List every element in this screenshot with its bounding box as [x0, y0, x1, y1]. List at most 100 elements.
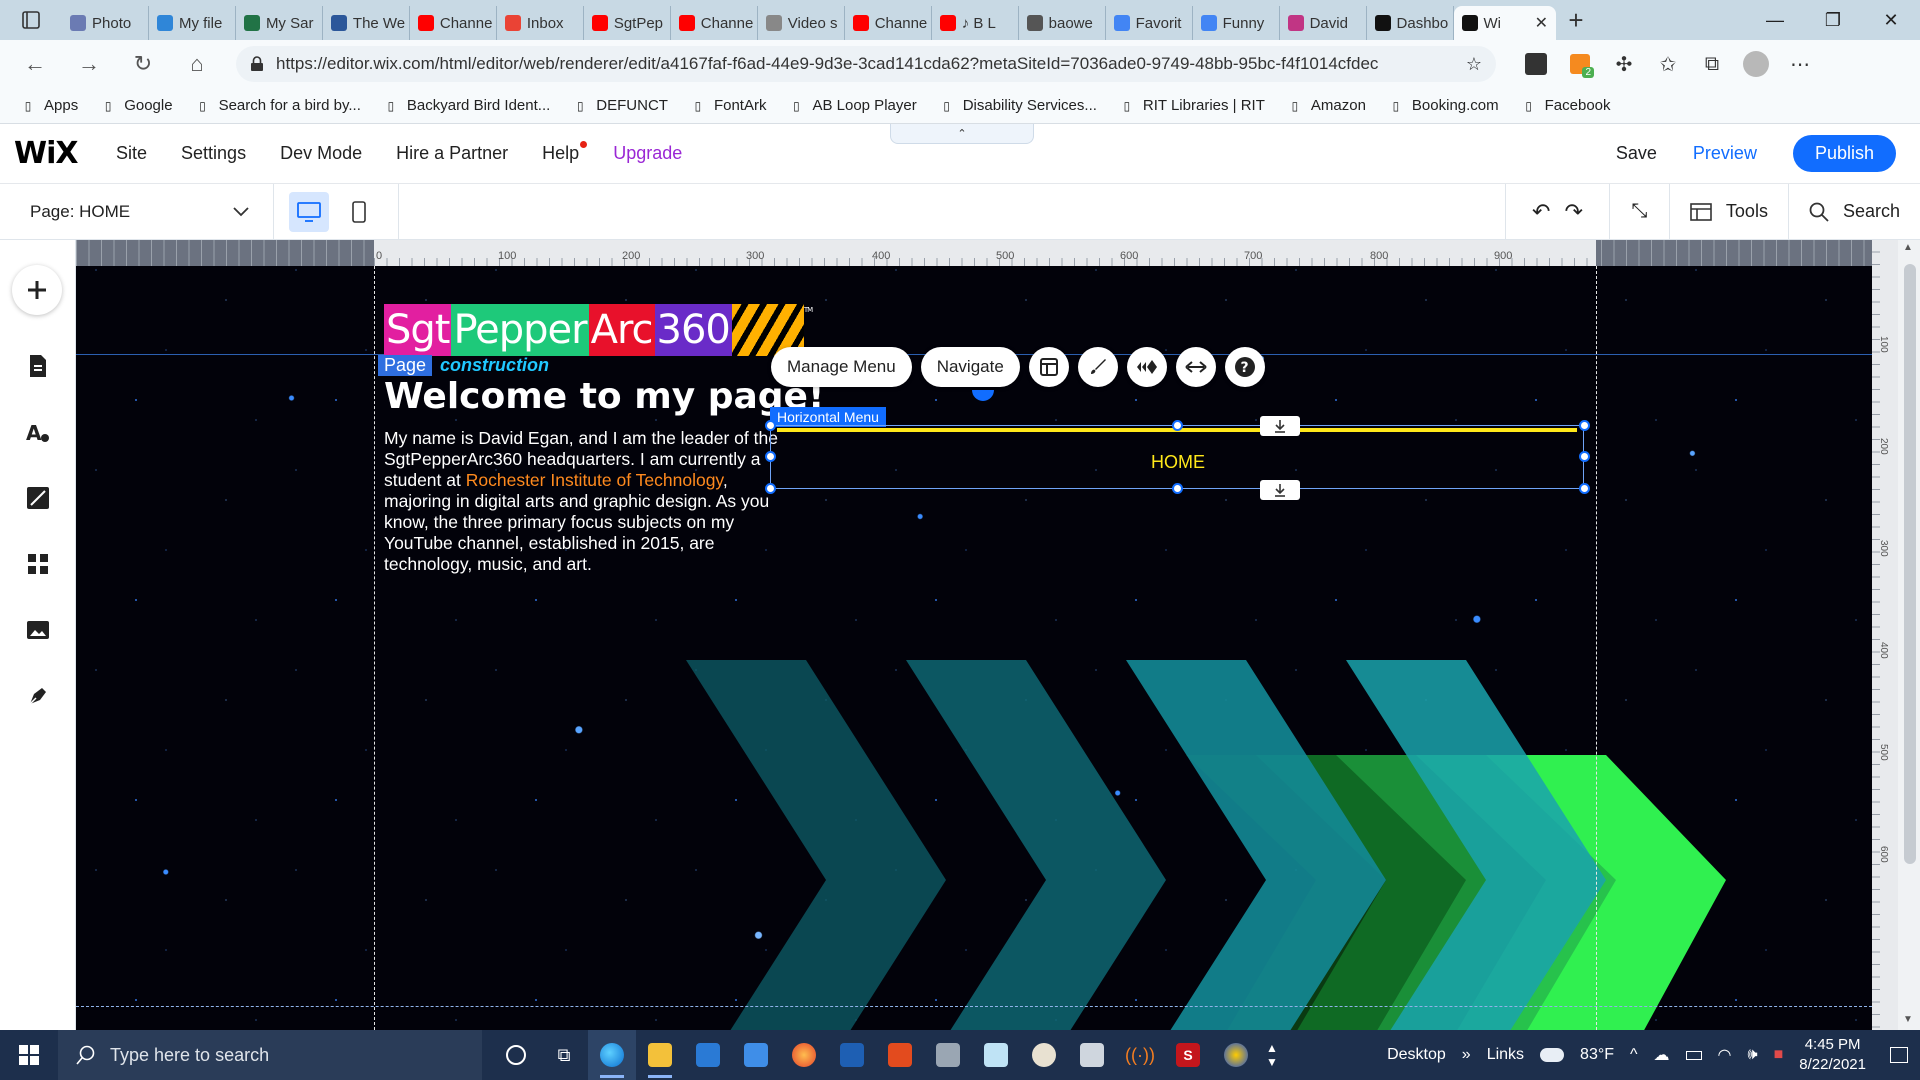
start-button[interactable] — [0, 1030, 58, 1080]
tray-expand-icon[interactable]: ^ — [1630, 1046, 1638, 1064]
forward-button[interactable]: → — [62, 44, 116, 84]
back-button[interactable]: ← — [8, 44, 62, 84]
extension-badge-button[interactable]: 2 — [1558, 44, 1602, 84]
url-text[interactable]: https://editor.wix.com/html/editor/web/r… — [276, 54, 1454, 74]
bookmark-item[interactable]: ▯ Amazon — [1287, 97, 1366, 114]
browser-tab[interactable]: Channe — [671, 6, 758, 40]
task-view-button[interactable]: ⧉ — [540, 1030, 588, 1080]
resize-handle[interactable] — [765, 420, 776, 431]
browser-tab[interactable]: The We — [323, 6, 410, 40]
browser-tab[interactable]: Favorit — [1106, 6, 1193, 40]
taskbar-app-office[interactable] — [876, 1030, 924, 1080]
menu-item-home[interactable]: HOME — [771, 452, 1585, 473]
browser-tab[interactable]: Channe — [410, 6, 497, 40]
browser-tab[interactable]: Video s — [758, 6, 845, 40]
anchor-download-button[interactable] — [1260, 480, 1300, 500]
design-brush-button[interactable] — [1077, 347, 1118, 387]
gift-icon[interactable]: ■ — [1774, 1046, 1784, 1064]
browser-tab[interactable]: SgtPep — [584, 6, 671, 40]
design-button[interactable]: A — [18, 412, 58, 452]
background-button[interactable] — [18, 478, 58, 518]
wifi-icon[interactable]: ◠ — [1718, 1045, 1732, 1065]
bookmark-item[interactable]: ▯ Backyard Bird Ident... — [383, 97, 551, 114]
rit-link[interactable]: Rochester Institute of Technology — [466, 470, 723, 490]
resize-handle[interactable] — [1579, 483, 1590, 494]
blog-button[interactable] — [18, 676, 58, 716]
vertical-ruler[interactable]: 100 200 300 400 500 600 — [1872, 240, 1898, 1030]
volume-icon[interactable]: 🕪 — [1748, 1046, 1758, 1064]
stretch-button[interactable] — [1175, 347, 1216, 387]
weather-temp[interactable]: 83°F — [1580, 1046, 1614, 1064]
animation-button[interactable] — [1126, 347, 1167, 387]
taskbar-app-firefox[interactable] — [780, 1030, 828, 1080]
battery-icon[interactable] — [1685, 1050, 1702, 1060]
browser-tab[interactable]: baowe — [1019, 6, 1106, 40]
taskbar-app-audio[interactable]: ((·)) — [1116, 1030, 1164, 1080]
resize-handle[interactable] — [1172, 420, 1183, 431]
taskbar-app-red[interactable]: S — [1164, 1030, 1212, 1080]
bookmark-item[interactable]: ▯ FontArk — [690, 97, 767, 114]
collapse-toolbar-tab[interactable]: ⌃ — [890, 124, 1034, 144]
taskbar-app-1[interactable] — [924, 1030, 972, 1080]
layout-button[interactable] — [1028, 347, 1069, 387]
tools-button[interactable]: Tools — [1668, 183, 1788, 240]
browser-tab[interactable]: My Sar — [236, 6, 323, 40]
network-icon[interactable]: ☁ — [1654, 1045, 1670, 1065]
home-button[interactable]: ⌂ — [170, 44, 224, 84]
browser-tab-active[interactable]: Wi ✕ — [1453, 6, 1556, 40]
browser-tab[interactable]: Photo — [62, 6, 149, 40]
browser-tab[interactable]: Dashbo — [1367, 6, 1454, 40]
taskbar-app-edge[interactable] — [588, 1030, 636, 1080]
pages-button[interactable] — [18, 346, 58, 386]
add-favorite-icon[interactable]: ☆ — [1466, 54, 1482, 75]
drag-handle[interactable] — [972, 390, 994, 401]
bookmark-item[interactable]: ▯ RIT Libraries | RIT — [1119, 97, 1265, 114]
browser-tab[interactable]: David — [1280, 6, 1367, 40]
wix-logo[interactable]: WiX — [14, 136, 84, 171]
toolbar-chevron-icon[interactable]: » — [1462, 1046, 1471, 1064]
taskbar-app-2[interactable] — [972, 1030, 1020, 1080]
apps-button[interactable] — [18, 544, 58, 584]
bookmark-item[interactable]: ▯ Disability Services... — [939, 97, 1097, 114]
nav-dev-mode[interactable]: Dev Mode — [280, 143, 362, 164]
url-bar[interactable]: https://editor.wix.com/html/editor/web/r… — [236, 46, 1496, 82]
close-window-button[interactable]: ✕ — [1862, 0, 1920, 40]
site-tagline[interactable]: Page construction — [378, 354, 549, 376]
bookmark-item[interactable]: ▯ DEFUNCT — [572, 97, 668, 114]
bookmark-item[interactable]: ▯ Facebook — [1521, 97, 1610, 114]
bookmark-item[interactable]: ▯ AB Loop Player — [788, 97, 917, 114]
taskbar-app-blue[interactable] — [828, 1030, 876, 1080]
media-button[interactable] — [18, 610, 58, 650]
browser-tab[interactable]: ♪ B L — [932, 6, 1019, 40]
resize-handle[interactable] — [765, 483, 776, 494]
nav-upgrade[interactable]: Upgrade — [613, 143, 682, 164]
notifications-icon[interactable] — [1890, 1047, 1908, 1063]
taskbar-app-store[interactable] — [684, 1030, 732, 1080]
resize-handle[interactable] — [1172, 483, 1183, 494]
resize-handle[interactable] — [765, 451, 776, 462]
collections-button[interactable]: ⧉ — [1690, 44, 1734, 84]
clock[interactable]: 4:45 PM 8/22/2021 — [1799, 1035, 1866, 1075]
favorites-button[interactable]: ✩ — [1646, 44, 1690, 84]
taskbar-search[interactable]: Type here to search — [58, 1030, 482, 1080]
browser-tab[interactable]: Funny — [1193, 6, 1280, 40]
taskbar-overflow[interactable]: ▲ ▼ — [1260, 1030, 1284, 1080]
desktop-toolbar[interactable]: Desktop — [1387, 1046, 1446, 1064]
add-elements-button[interactable] — [12, 265, 62, 315]
scroll-up-icon[interactable]: ▲ — [1903, 242, 1913, 253]
welcome-heading[interactable]: Welcome to my page! — [384, 376, 824, 417]
page-selector[interactable]: Page: HOME — [0, 183, 274, 240]
new-tab-button[interactable]: + — [1556, 0, 1596, 40]
redo-icon[interactable]: ↷ — [1564, 199, 1582, 225]
close-tab-icon[interactable]: ✕ — [1535, 13, 1548, 33]
bookmark-item[interactable]: ▯ Search for a bird by... — [195, 97, 361, 114]
resize-handle[interactable] — [1579, 451, 1590, 462]
taskbar-app-globe[interactable] — [1212, 1030, 1260, 1080]
publish-button[interactable]: Publish — [1792, 135, 1896, 172]
save-button[interactable]: Save — [1616, 143, 1657, 164]
links-toolbar[interactable]: Links — [1487, 1046, 1524, 1064]
extensions-puzzle-button[interactable]: ✣ — [1602, 44, 1646, 84]
horizontal-menu[interactable]: HOME — [770, 425, 1584, 489]
bookmark-item[interactable]: ▯ Booking.com — [1388, 97, 1499, 114]
extension-button[interactable] — [1514, 44, 1558, 84]
